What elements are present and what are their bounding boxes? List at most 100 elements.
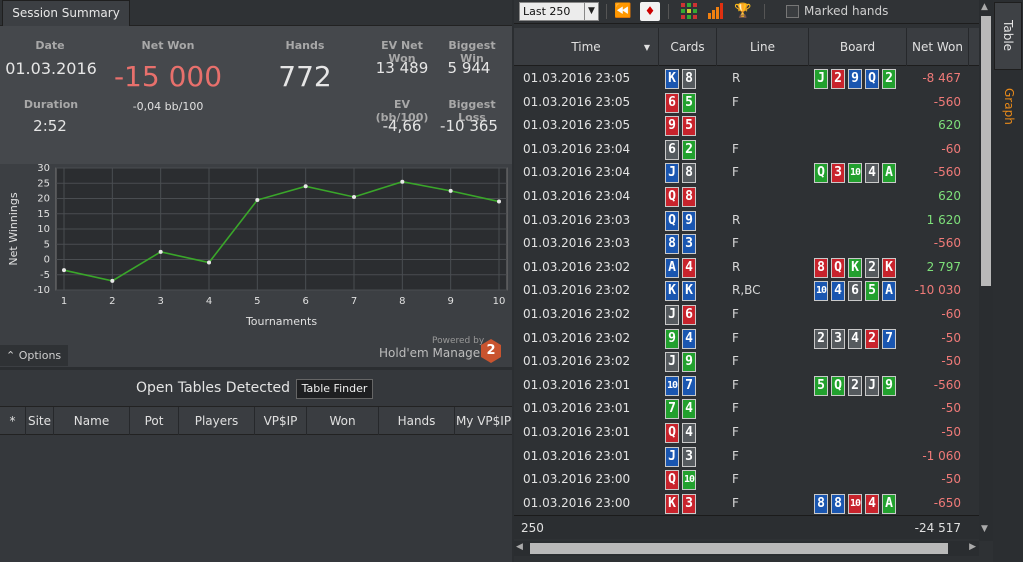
vertical-scrollbar[interactable]: ▲ ▼ (979, 0, 993, 541)
hand-netwon: -560 (933, 377, 961, 392)
hand-row[interactable]: 01.03.2016 23:05 9 5 620 (514, 114, 979, 138)
playing-card: 5 (682, 116, 696, 137)
x-tick-label: 8 (399, 296, 405, 307)
playing-card: Q (814, 163, 828, 184)
hand-row[interactable]: 01.03.2016 23:04 6 2 F -60 (514, 138, 979, 162)
hand-row[interactable]: 01.03.2016 23:01 10 7 F 5 Q 2 J 9 -560 (514, 374, 979, 398)
scroll-thumb[interactable] (981, 16, 991, 286)
rewind-icon[interactable]: ⏪ (613, 2, 633, 21)
chart-svg: -10 -5 0 5 10 15 20 25 30 1 2 3 4 5 6 7 8 9 10 Tournaments N… (7, 164, 508, 328)
playing-card: 6 (848, 281, 862, 302)
scroll-thumb[interactable] (530, 543, 948, 554)
y-tick-label: 5 (44, 239, 50, 250)
hand-row[interactable]: 01.03.2016 23:00 K 3 F 8 8 10 4 A -650 (514, 492, 979, 515)
hand-row[interactable]: 01.03.2016 23:01 Q 4 F -50 (514, 421, 979, 445)
hand-line: F (732, 141, 739, 156)
table-finder-button[interactable]: Table Finder (296, 379, 373, 399)
x-tick-label: 3 (157, 296, 163, 307)
range-select[interactable]: Last 250 ▼ (519, 2, 599, 21)
hand-time: 01.03.2016 23:02 (523, 330, 631, 345)
playing-card: 4 (831, 281, 845, 302)
playing-card: Q (831, 375, 845, 396)
col-players[interactable]: Players (179, 407, 255, 435)
col-board[interactable]: Board (809, 28, 907, 66)
col-time[interactable]: Time ▼ (514, 28, 659, 66)
playing-card: 2 (882, 69, 896, 89)
col-netwon[interactable]: Net Won (907, 28, 969, 66)
playing-card: 5 (682, 92, 696, 113)
card-replay-icon[interactable]: ♦ (640, 2, 660, 21)
hand-row[interactable]: 01.03.2016 23:03 Q 9 R 1 620 (514, 209, 979, 233)
hand-netwon: -60 (941, 141, 961, 156)
col-line[interactable]: Line (717, 28, 809, 66)
hand-line: F (732, 307, 739, 321)
x-tick-label: 1 (61, 296, 67, 307)
range-value: Last 250 (523, 5, 571, 18)
side-tabs: Table Graph (993, 0, 1023, 562)
col-my-vpip[interactable]: My VP$IP (455, 407, 512, 435)
playing-card: 9 (682, 352, 696, 373)
x-tick-label: 7 (351, 296, 357, 307)
hand-time: 01.03.2016 23:01 (523, 425, 631, 439)
hand-row[interactable]: 01.03.2016 23:02 A 4 R 8 Q K 2 K 2 797 (514, 256, 979, 280)
marked-hands-label: Marked hands (804, 4, 889, 18)
playing-card: 2 (848, 375, 862, 396)
scroll-down-icon[interactable]: ▼ (981, 524, 988, 534)
tab-graph[interactable]: Graph (994, 76, 1022, 136)
y-tick-label: 15 (37, 209, 50, 220)
hand-time: 01.03.2016 23:05 (523, 94, 631, 109)
playing-card: 8 (665, 234, 679, 255)
hand-time: 01.03.2016 23:05 (523, 118, 631, 133)
hand-row[interactable]: 01.03.2016 23:01 J 3 F -1 060 (514, 445, 979, 469)
hand-grid-icon[interactable] (679, 2, 699, 21)
playing-card: K (665, 281, 679, 302)
playing-card: 8 (682, 187, 696, 207)
scroll-left-icon[interactable]: ◀ (516, 542, 523, 552)
hand-row[interactable]: 01.03.2016 23:01 7 4 F -50 (514, 397, 979, 421)
hand-row[interactable]: 01.03.2016 23:05 6 5 F -560 (514, 91, 979, 115)
col-time-label: Time (571, 40, 601, 54)
playing-card: 3 (831, 163, 845, 184)
playing-card: J (665, 305, 679, 325)
hand-line: R,BC (732, 283, 761, 298)
hand-row[interactable]: 01.03.2016 23:00 Q 10 F -50 (514, 468, 979, 492)
playing-card: 8 (682, 69, 696, 89)
hand-row[interactable]: 01.03.2016 23:04 Q 8 620 (514, 185, 979, 209)
col-name[interactable]: Name (54, 407, 130, 435)
sort-desc-icon: ▼ (643, 42, 650, 52)
hand-row[interactable]: 01.03.2016 23:05 K 8 R J 2 9 Q 2 -8 467 (514, 67, 979, 91)
hand-line: F (732, 425, 739, 439)
col-star[interactable]: * (0, 407, 26, 435)
col-hands[interactable]: Hands (379, 407, 455, 435)
col-vpip[interactable]: VP$IP (255, 407, 307, 435)
hand-time: 01.03.2016 23:05 (523, 71, 631, 85)
hand-row[interactable]: 01.03.2016 23:03 8 3 F -560 (514, 232, 979, 256)
open-tables-header: * Site Name Pot Players VP$IP Won Hands … (0, 406, 512, 435)
col-cards[interactable]: Cards (659, 28, 717, 66)
scroll-up-icon[interactable]: ▲ (981, 2, 988, 12)
playing-card: 10 (848, 163, 862, 184)
playing-card: Q (665, 423, 679, 443)
bar-chart-icon[interactable] (706, 2, 726, 21)
marked-hands-checkbox[interactable] (786, 5, 799, 18)
hand-row[interactable]: 01.03.2016 23:02 J 9 F -50 (514, 350, 979, 374)
trophy-icon[interactable]: 🏆 (733, 2, 753, 21)
playing-card: 8 (831, 493, 845, 514)
col-site[interactable]: Site (26, 407, 54, 435)
col-won[interactable]: Won (307, 407, 379, 435)
hand-row[interactable]: 01.03.2016 23:02 9 4 F 2 3 4 2 7 -50 (514, 327, 979, 351)
options-button[interactable]: ⌃ Options (0, 345, 68, 366)
hand-row[interactable]: 01.03.2016 23:02 K K R,BC 10 4 6 5 A -10 030 (514, 279, 979, 303)
hand-row[interactable]: 01.03.2016 23:02 J 6 F -60 (514, 303, 979, 327)
horizontal-scrollbar[interactable]: ◀ ▶ (514, 541, 979, 556)
playing-card: 3 (831, 328, 845, 349)
scroll-right-icon[interactable]: ▶ (969, 542, 976, 552)
y-axis-label: Net Winnings (7, 192, 20, 265)
col-pot[interactable]: Pot (130, 407, 179, 435)
hand-row[interactable]: 01.03.2016 23:04 J 8 F Q 3 10 4 A -560 (514, 161, 979, 185)
tab-table[interactable]: Table (994, 2, 1022, 70)
tab-session-summary[interactable]: Session Summary (2, 0, 130, 26)
open-tables-panel: Open Tables Detected Table Finder * Site… (0, 370, 512, 562)
hand-netwon: -60 (941, 307, 961, 321)
playing-card: 2 (865, 257, 879, 278)
